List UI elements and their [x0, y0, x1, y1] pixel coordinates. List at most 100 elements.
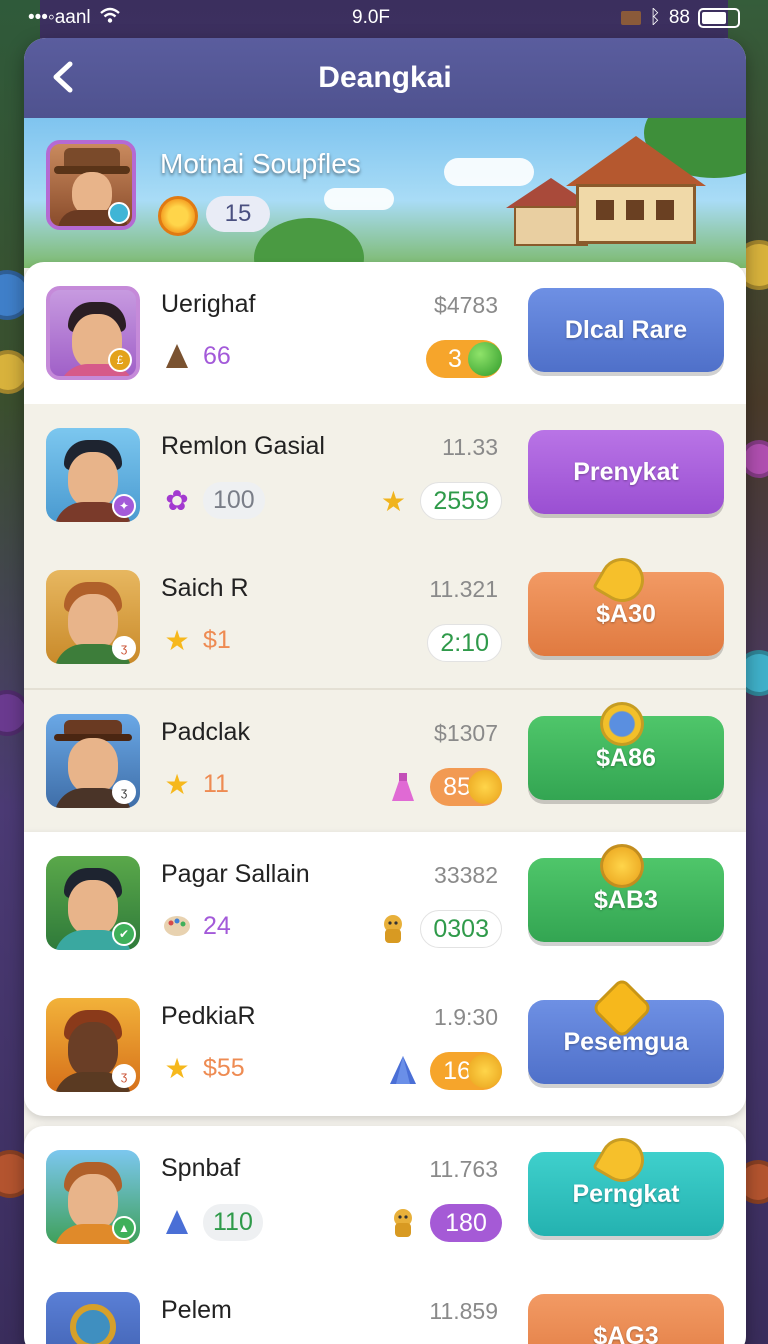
stat-value: 11: [203, 769, 229, 798]
palette-icon: [161, 910, 193, 942]
status-right: ᛒ 88: [621, 7, 740, 29]
player-stat: ★ $1: [161, 624, 230, 656]
chip-value: 3: [448, 344, 462, 373]
player-name: Pagar Sallain: [161, 860, 310, 888]
list-section: £ Uerighaf 66 $4783 3 Dlcal Rare ✦ Remlo…: [24, 262, 746, 832]
location-icon: [621, 11, 642, 25]
list-item[interactable]: £ Uerighaf 66 $4783 3 Dlcal Rare: [24, 262, 746, 404]
action-button[interactable]: $AG3: [528, 1294, 724, 1344]
house-decoration: [556, 136, 716, 246]
carrier-signal: •••◦aanl: [28, 7, 91, 28]
stat-value: 100: [203, 482, 265, 519]
player-name: PedkiaR: [161, 1002, 256, 1030]
status-bar: •••◦aanl 9.0F ᛒ 88: [0, 0, 768, 36]
action-button[interactable]: Prenykat: [528, 430, 724, 514]
star-burst-icon: ★: [380, 485, 406, 517]
list-item[interactable]: ʒ PedkiaR ★ $55 1.9:30 16 Pesemgua: [24, 974, 746, 1116]
reward-chip: 2559: [420, 482, 502, 520]
gem-badge-icon: ✦: [112, 494, 136, 518]
status-signal: 88: [668, 7, 690, 28]
list-item[interactable]: ▲ Spnbaf 110 11.763 180 Perngkat: [24, 1126, 746, 1268]
chevron-left-icon: [53, 61, 73, 93]
list-section: ✔ Pagar Sallain 24 33382 0303 $AB3 ʒ Ped…: [24, 832, 746, 1116]
player-avatar[interactable]: [46, 1292, 140, 1344]
stat-value: 66: [203, 341, 231, 370]
action-button[interactable]: Dlcal Rare: [528, 288, 724, 372]
acorn-icon: [161, 340, 193, 372]
player-avatar[interactable]: ʒ: [46, 998, 140, 1092]
price-text: 11.321: [429, 576, 498, 602]
main-card: Deangkai Motnai Soupfles 15 £ Uerighaf 6…: [24, 38, 746, 1344]
action-button[interactable]: $A30: [528, 549, 724, 656]
star-icon: ★: [164, 768, 190, 800]
player-avatar[interactable]: ▲: [46, 1150, 140, 1244]
player-avatar[interactable]: ʒ: [46, 714, 140, 808]
player-stat: ✿ 100: [161, 482, 265, 519]
list-item[interactable]: ✔ Pagar Sallain 24 33382 0303 $AB3: [24, 832, 746, 974]
list-item[interactable]: ✦ Remlon Gasial ✿ 100 11.33 ★ 2559 Preny…: [24, 404, 746, 546]
player-avatar[interactable]: ʒ: [46, 570, 140, 664]
chip-group: 85: [386, 768, 502, 806]
leaf-badge-icon: ▲: [112, 1216, 136, 1240]
green-orb-icon: [468, 342, 502, 376]
price-text: $4783: [434, 292, 498, 318]
rank-badge-icon: ʒ: [112, 636, 136, 660]
player-avatar[interactable]: £: [46, 286, 140, 380]
profile-level-badge: 15: [206, 196, 270, 232]
profile-avatar[interactable]: [46, 140, 136, 230]
price-text: $1307: [434, 720, 498, 746]
list-item[interactable]: Pelem ★ 11.859 $AG3: [24, 1268, 746, 1344]
player-avatar[interactable]: ✔: [46, 856, 140, 950]
player-name: Padclak: [161, 718, 250, 746]
profile-badge-icon: [108, 202, 130, 224]
flower-icon: ✿: [165, 485, 189, 516]
player-name: Remlon Gasial: [161, 432, 325, 460]
wifi-icon: [99, 6, 121, 30]
reward-chip: 180: [430, 1204, 502, 1242]
star-icon: ★: [164, 624, 190, 656]
gem-icon: [386, 1054, 420, 1088]
chip-value: 16: [443, 1056, 471, 1085]
player-stat: ★ 11: [161, 768, 229, 800]
page-title: Deangkai: [318, 61, 452, 94]
profile-name: Motnai Soupfles: [160, 148, 361, 179]
list-item[interactable]: ʒ Padclak ★ 11 $1307 85 $A86: [24, 690, 746, 832]
chip-group: ★ 2559: [376, 482, 502, 520]
price-text: 11.763: [429, 1156, 498, 1182]
player-stat: ★ $55: [161, 1052, 245, 1084]
chip-group: 0303: [376, 910, 502, 948]
stat-value: $55: [203, 1053, 245, 1082]
gold-coin-icon: [600, 844, 644, 888]
chip-group: 16: [386, 1052, 502, 1090]
button-label: $A30: [596, 599, 656, 628]
coin-badge-icon: £: [108, 348, 132, 372]
button-label: $A86: [596, 743, 656, 772]
battery-icon: [697, 8, 740, 28]
action-button[interactable]: Perngkat: [528, 1129, 724, 1236]
price-text: 33382: [434, 862, 498, 888]
action-button[interactable]: $AB3: [528, 844, 724, 942]
chip-group: 2:10: [427, 624, 502, 662]
bluetooth-icon: ᛒ: [649, 7, 661, 28]
golem-icon: [376, 912, 410, 946]
chip-group: 3: [426, 340, 502, 378]
star-icon: ★: [164, 1052, 190, 1084]
player-stat: 110: [161, 1204, 263, 1241]
player-name: Uerighaf: [161, 290, 256, 318]
status-left: •••◦aanl: [28, 6, 121, 30]
potion-icon: [386, 770, 420, 804]
action-button[interactable]: $A86: [528, 702, 724, 800]
status-time: 9.0F: [352, 7, 391, 28]
price-text: 11.33: [442, 434, 498, 460]
coin-icon: [468, 770, 502, 804]
back-button[interactable]: [48, 60, 84, 96]
price-text: 1.9:30: [434, 1004, 498, 1030]
nav-bar: Deangkai: [24, 38, 746, 118]
leaf-badge-icon: ✔: [112, 922, 136, 946]
coin-icon: [468, 1054, 502, 1088]
reward-chip: 2:10: [427, 624, 502, 662]
player-avatar[interactable]: ✦: [46, 428, 140, 522]
list-item[interactable]: ʒ Saich R ★ $1 11.321 2:10 $A30: [24, 546, 746, 688]
action-button[interactable]: Pesemgua: [528, 976, 724, 1084]
player-stat: 24: [161, 910, 231, 942]
